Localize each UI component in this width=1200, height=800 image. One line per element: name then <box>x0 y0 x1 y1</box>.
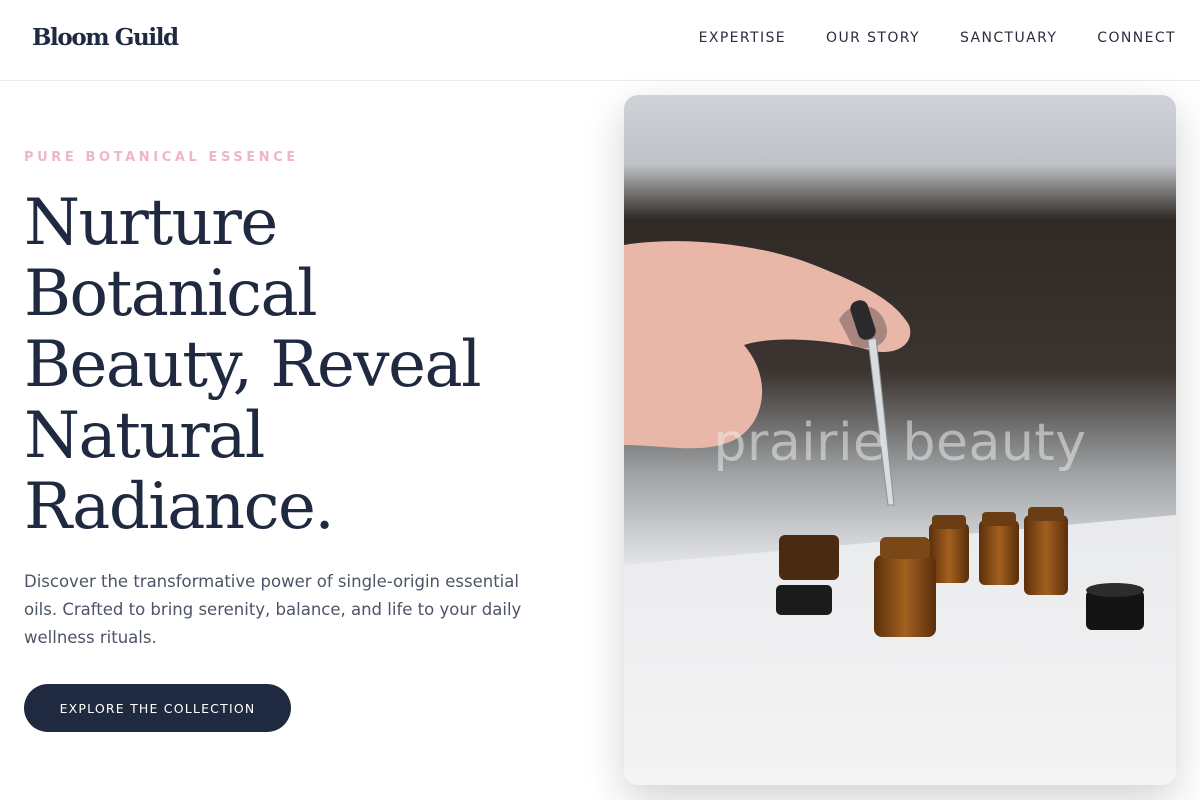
nav-link-connect[interactable]: CONNECT <box>1097 30 1176 46</box>
headline-line: Beauty, Reveal <box>24 328 482 402</box>
nav-link-sanctuary[interactable]: SANCTUARY <box>960 30 1057 46</box>
nav-link-our-story[interactable]: OUR STORY <box>826 30 920 46</box>
headline-line: Natural <box>24 399 265 473</box>
brand-logo[interactable]: Bloom Guild <box>32 24 179 51</box>
nav-link-expertise[interactable]: EXPERTISE <box>699 30 786 46</box>
headline-line: Nurture <box>24 186 278 260</box>
headline-line: Radiance. <box>24 470 335 544</box>
hero-headline: Nurture Botanical Beauty, Reveal Natural… <box>24 188 584 543</box>
hero-description: Discover the transformative power of sin… <box>24 572 522 647</box>
hero-photo: prairie beauty <box>624 95 1176 785</box>
photo-watermark: prairie beauty <box>713 413 1087 473</box>
hero-eyebrow: PURE BOTANICAL ESSENCE <box>24 150 299 165</box>
headline-line: Botanical <box>24 257 318 331</box>
explore-collection-button[interactable]: EXPLORE THE COLLECTION <box>24 684 291 732</box>
site-header: Bloom Guild EXPERTISE OUR STORY SANCTUAR… <box>0 0 1200 81</box>
main-nav: EXPERTISE OUR STORY SANCTUARY CONNECT <box>699 30 1176 46</box>
